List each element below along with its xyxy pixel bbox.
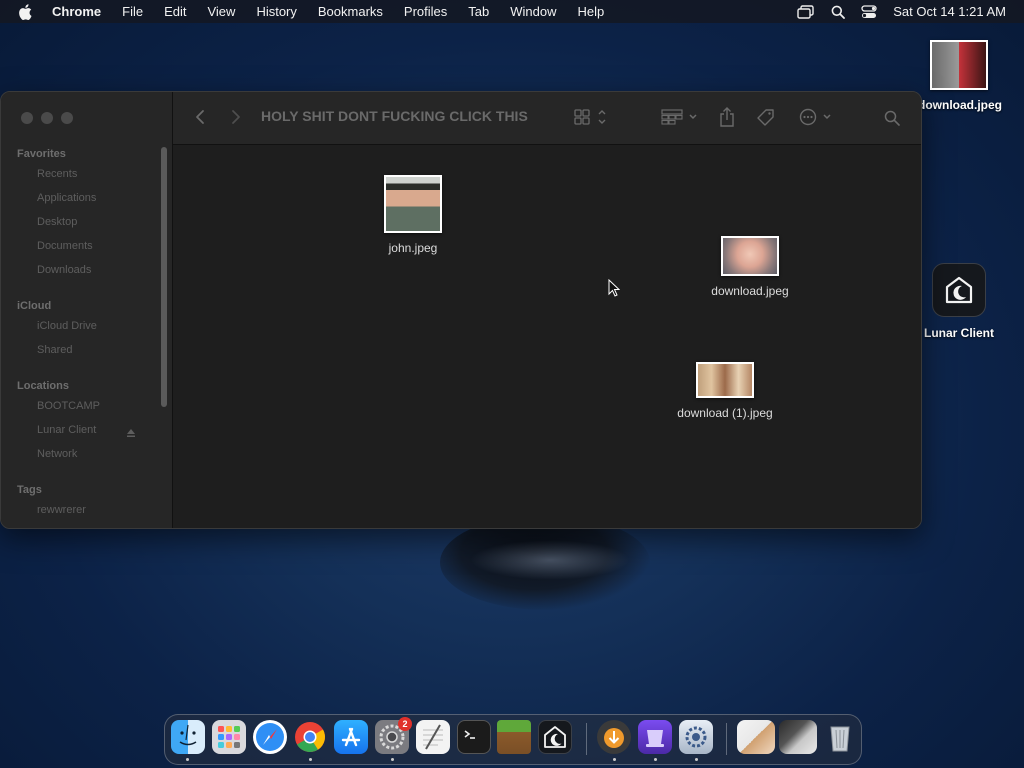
apple-icon[interactable] xyxy=(18,3,36,20)
menu-bar: Chrome File Edit View History Bookmarks … xyxy=(0,0,1024,23)
dock-launchpad-icon[interactable] xyxy=(212,720,246,754)
menu-tab[interactable]: Tab xyxy=(468,4,489,19)
menu-window[interactable]: Window xyxy=(510,4,556,19)
share-icon[interactable] xyxy=(719,107,735,127)
sidebar-item-network[interactable]: Network xyxy=(37,448,77,460)
file-thumbnail-photo xyxy=(696,362,754,398)
menu-bookmarks[interactable]: Bookmarks xyxy=(318,4,383,19)
dock-running-indicator xyxy=(309,758,312,761)
dock-screenshots-stack-icon[interactable] xyxy=(779,720,817,754)
file-thumbnail-photo xyxy=(721,236,779,276)
dock-running-indicator xyxy=(391,758,394,761)
dock-downloader-icon[interactable] xyxy=(597,720,631,754)
search-icon[interactable] xyxy=(884,110,900,126)
desktop-app-label: Lunar Client xyxy=(923,326,994,340)
dock-lunar-client-icon[interactable] xyxy=(538,720,572,754)
finder-toolbar: HOLY SHIT DONT FUCKING CLICK THIS xyxy=(173,92,921,145)
spotlight-search-icon[interactable] xyxy=(831,5,846,19)
dock-running-indicator xyxy=(186,758,189,761)
file-download-jpeg[interactable]: download.jpeg xyxy=(695,236,805,298)
sidebar-section-locations: Locations xyxy=(17,380,69,392)
file-thumbnail-portrait xyxy=(384,175,442,233)
dock-trash-icon[interactable] xyxy=(823,720,857,754)
dock-terminal-icon[interactable] xyxy=(457,720,491,754)
sidebar-section-icloud: iCloud xyxy=(17,300,52,312)
menu-edit[interactable]: Edit xyxy=(164,4,186,19)
dock-minecraft-icon[interactable] xyxy=(497,720,531,754)
menu-app-chrome[interactable]: Chrome xyxy=(52,4,101,19)
sidebar-item-desktop[interactable]: Desktop xyxy=(37,216,77,228)
menu-history[interactable]: History xyxy=(256,4,296,19)
desktop-file-label: download.jpeg xyxy=(918,98,1002,112)
dock-installer-icon[interactable] xyxy=(638,720,672,754)
eject-icon[interactable] xyxy=(126,425,136,437)
menu-view[interactable]: View xyxy=(207,4,235,19)
file-download-1-jpeg[interactable]: download (1).jpeg xyxy=(665,362,785,420)
sidebar-tag-item[interactable]: rewwrerer xyxy=(37,504,86,516)
sidebar-scrollbar[interactable] xyxy=(161,147,167,407)
dock-separator xyxy=(726,723,727,755)
file-name-label: john.jpeg xyxy=(388,241,438,255)
desktop-app-lunar-client[interactable]: Lunar Client xyxy=(918,263,1000,340)
sidebar-item-downloads[interactable]: Downloads xyxy=(37,264,91,276)
notification-badge: 2 xyxy=(398,717,412,731)
zoom-window-button[interactable] xyxy=(61,112,73,124)
sidebar-item-documents[interactable]: Documents xyxy=(37,240,93,252)
more-actions-icon[interactable] xyxy=(799,108,833,126)
dock-textedit-icon[interactable] xyxy=(416,720,450,754)
status-area: Sat Oct 14 1:21 AM xyxy=(781,0,1006,23)
lunar-client-icon xyxy=(932,263,986,317)
sidebar-item-applications[interactable]: Applications xyxy=(37,192,96,204)
menubar-clock[interactable]: Sat Oct 14 1:21 AM xyxy=(893,4,1006,19)
dock-finder-icon[interactable] xyxy=(171,720,205,754)
dock-separator xyxy=(586,723,587,755)
dock-app-store-icon[interactable] xyxy=(334,720,368,754)
sidebar-item-lunar-client[interactable]: Lunar Client xyxy=(37,424,96,436)
finder-content-area[interactable]: john.jpeg download.jpeg download (1).jpe… xyxy=(173,145,921,528)
dock-safari-icon[interactable] xyxy=(253,720,287,754)
window-title: HOLY SHIT DONT FUCKING CLICK THIS xyxy=(261,108,528,124)
minimize-window-button[interactable] xyxy=(41,112,53,124)
dock-running-indicator xyxy=(695,758,698,761)
menu-help[interactable]: Help xyxy=(578,4,605,19)
file-john-jpeg[interactable]: john.jpeg xyxy=(369,175,457,255)
file-name-label: download (1).jpeg xyxy=(677,406,773,420)
sidebar-section-tags: Tags xyxy=(17,484,42,496)
menu-file[interactable]: File xyxy=(122,4,143,19)
desktop-file-thumbnail xyxy=(930,40,988,90)
sidebar-item-icloud-drive[interactable]: iCloud Drive xyxy=(37,320,97,332)
dock-system-settings-icon[interactable]: 2 xyxy=(375,717,412,754)
sidebar-item-shared[interactable]: Shared xyxy=(37,344,72,356)
dock-running-indicator xyxy=(654,758,657,761)
close-window-button[interactable] xyxy=(21,112,33,124)
menu-profiles[interactable]: Profiles xyxy=(404,4,447,19)
group-by-icon[interactable] xyxy=(661,109,699,125)
screen-mirroring-icon[interactable] xyxy=(797,4,815,19)
desktop-file-download-jpeg[interactable]: download.jpeg xyxy=(918,40,1002,112)
dock-chrome-icon[interactable] xyxy=(293,720,327,754)
sidebar-section-favorites: Favorites xyxy=(17,148,66,160)
forward-chevron-icon[interactable] xyxy=(231,109,241,125)
tag-icon[interactable] xyxy=(757,109,775,127)
dock-running-indicator xyxy=(613,758,616,761)
view-grid-icon[interactable] xyxy=(574,109,608,125)
mouse-cursor-icon xyxy=(608,278,621,302)
back-chevron-icon[interactable] xyxy=(195,109,205,125)
dock: 2 xyxy=(164,714,862,765)
file-name-label: download.jpeg xyxy=(711,284,789,298)
dock-utility-icon[interactable] xyxy=(679,720,713,754)
sidebar-item-bootcamp[interactable]: BOOTCAMP xyxy=(37,400,100,412)
control-center-icon[interactable] xyxy=(861,4,877,19)
finder-window: Favorites Recents Applications Desktop D… xyxy=(0,91,922,529)
finder-sidebar: Favorites Recents Applications Desktop D… xyxy=(1,92,173,528)
sidebar-item-recents[interactable]: Recents xyxy=(37,168,77,180)
dock-downloads-stack-icon[interactable] xyxy=(737,720,775,754)
wallpaper-foam xyxy=(470,540,630,580)
